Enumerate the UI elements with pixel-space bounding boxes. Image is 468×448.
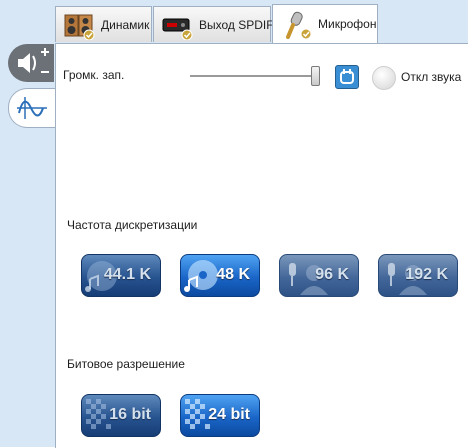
tab-microphone[interactable]: Микрофон (272, 4, 378, 43)
microphone-icon (279, 9, 313, 40)
speakers-icon (62, 10, 96, 40)
tab-label: Динамик (101, 17, 150, 32)
sample-rate-192k-button[interactable]: 192 K (378, 254, 458, 297)
bit-depth-16-button[interactable]: 16 bit (81, 394, 161, 437)
side-effects-button[interactable] (8, 88, 55, 128)
bit-depth-label: Битовое разрешение (67, 357, 185, 371)
mute-label: Откл звука (401, 70, 462, 84)
link-channels-button[interactable] (335, 65, 359, 89)
bit-depth-16-label: 16 bit (109, 406, 151, 423)
sample-rate-label: Частота дискретизации (67, 218, 198, 232)
link-icon (340, 69, 354, 84)
waveform-icon (17, 97, 47, 119)
spdif-device-icon (160, 10, 194, 40)
microphone-panel (55, 43, 468, 448)
bit-depth-24-label: 24 bit (208, 406, 250, 423)
side-volume-button[interactable] (8, 44, 54, 82)
sample-rate-44k-label: 44.1 K (103, 266, 151, 283)
sample-rate-96k-label: 96 K (315, 266, 349, 283)
sample-rate-44k-button[interactable]: 44.1 K (81, 254, 161, 297)
recording-volume-label: Громк. зап. (63, 68, 125, 82)
speaker-plus-minus-icon (18, 48, 49, 73)
tab-speakers[interactable]: Динамик (55, 6, 152, 42)
device-tabs: Динамик Выход SPDIF Микрофон (55, 4, 379, 44)
sample-rate-96k-button[interactable]: 96 K (279, 254, 359, 297)
sample-rate-48k-button[interactable]: 48 K (180, 254, 260, 297)
tab-label: Выход SPDIF (199, 17, 274, 32)
mute-button[interactable] (372, 66, 396, 90)
recording-volume-slider[interactable] (190, 75, 320, 77)
bit-depth-24-button[interactable]: 24 bit (180, 394, 260, 437)
slider-thumb[interactable] (311, 66, 320, 86)
tab-spdif[interactable]: Выход SPDIF (153, 6, 274, 42)
tab-label: Микрофон (318, 17, 377, 31)
sample-rate-192k-label: 192 K (405, 266, 448, 283)
sample-rate-48k-label: 48 K (216, 266, 250, 283)
